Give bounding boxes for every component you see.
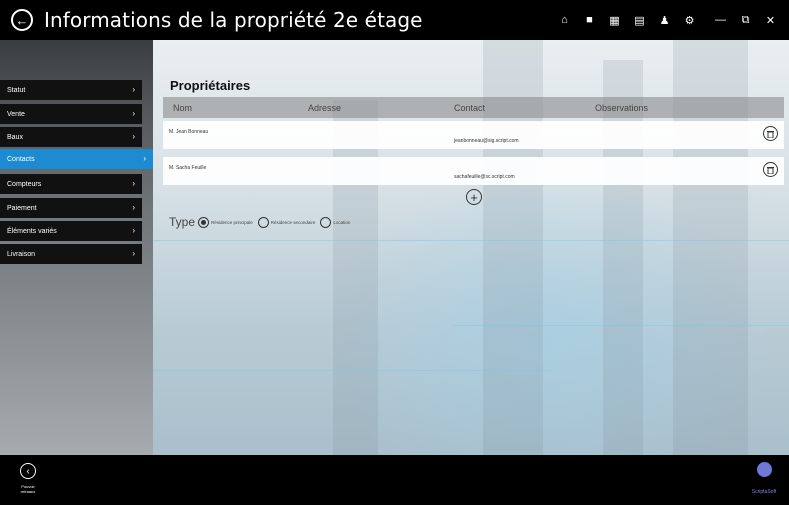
- bottom-bar: ‹ Pouvoir retraaux ScriptaSoft: [0, 455, 789, 505]
- sidebar-item-livraison[interactable]: Livraison ›: [0, 244, 142, 264]
- home-icon[interactable]: ⌂: [552, 10, 577, 30]
- back-arrow-icon: ←: [15, 12, 29, 28]
- column-header-address: Adresse: [308, 103, 342, 113]
- logo-icon: [756, 462, 772, 477]
- chevron-right-icon: ›: [132, 203, 135, 212]
- trash-icon: [767, 130, 774, 138]
- background-light-line: [153, 370, 553, 371]
- radio-button[interactable]: [257, 216, 269, 228]
- sidebar-item-elements-varies[interactable]: Éléments variés ›: [0, 221, 142, 241]
- type-selector: Type Résidence principale Résidence seco…: [169, 215, 355, 229]
- owners-heading: Propriétaires: [170, 78, 251, 93]
- sidebar-item-label: Éléments variés: [7, 227, 57, 235]
- sidebar-item-label: Baux: [7, 133, 23, 141]
- column-header-name: Nom: [173, 103, 193, 113]
- owner-name: M. Jean Bonneau: [169, 129, 209, 135]
- owner-contact: jeanbonneau@sig.script.com: [454, 138, 519, 144]
- sidebar-item-vente[interactable]: Vente ›: [0, 104, 142, 124]
- owners-table: Nom Adresse Contact Observations M. Jean…: [163, 97, 784, 193]
- window-title: Informations de la propriété 2e étage: [44, 8, 423, 32]
- radio-label: Location: [333, 219, 351, 225]
- sidebar-item-compteurs[interactable]: Compteurs ›: [0, 174, 142, 194]
- window-toolbar: ⌂ ■ ▦ ▤ ♟ ⚙ — ⧉ ✕: [552, 0, 783, 40]
- user-icon[interactable]: ♟: [652, 10, 677, 30]
- radio-button[interactable]: [320, 216, 332, 228]
- background-light-line: [453, 325, 789, 326]
- trash-icon: [767, 166, 774, 174]
- add-owner-button[interactable]: +: [466, 189, 482, 205]
- chevron-right-icon: ›: [132, 249, 135, 258]
- sidebar-item-label: Paiement: [7, 204, 37, 212]
- sidebar-item-baux[interactable]: Baux ›: [0, 127, 142, 147]
- sidebar-item-label: Livraison: [7, 250, 36, 258]
- window-icon[interactable]: ▤: [627, 10, 652, 30]
- radio-button-checked[interactable]: [198, 216, 210, 228]
- logo-text: ScriptaSoft: [751, 489, 777, 495]
- back-button[interactable]: ←: [11, 9, 33, 31]
- sidebar-item-statut[interactable]: Statut ›: [0, 80, 142, 100]
- gear-icon[interactable]: ⚙: [677, 10, 702, 30]
- table-row[interactable]: M. Jean Bonneau jeanbonneau@sig.script.c…: [163, 121, 784, 149]
- chevron-right-icon: ›: [132, 109, 135, 118]
- restore-icon[interactable]: ⧉: [733, 10, 758, 30]
- chevron-right-icon: ›: [143, 154, 146, 163]
- radio-label: Résidence principale: [211, 219, 253, 225]
- chevron-right-icon: ›: [132, 132, 135, 141]
- arrow-circle-icon: ‹: [20, 463, 36, 479]
- delete-row-button[interactable]: [763, 162, 778, 177]
- background-light-line: [153, 240, 789, 241]
- owner-contact: sachafeuille@sc.script.com: [454, 174, 515, 180]
- delete-row-button[interactable]: [763, 126, 778, 141]
- close-icon[interactable]: ✕: [758, 10, 783, 30]
- previous-button-label-line2: retraaux: [20, 489, 36, 494]
- sidebar-item-label: Statut: [7, 86, 26, 94]
- table-header: Nom Adresse Contact Observations: [163, 97, 784, 118]
- table-row[interactable]: M. Sacha Feuille sachafeuille@sc.script.…: [163, 157, 784, 185]
- app-logo: ScriptaSoft: [747, 462, 781, 495]
- sidebar-item-label: Compteurs: [7, 180, 42, 188]
- sidebar-item-contacts[interactable]: Contacts ›: [0, 149, 153, 169]
- radio-residence-principale[interactable]: Résidence principale: [198, 216, 253, 228]
- sidebar-item-paiement[interactable]: Paiement ›: [0, 198, 142, 218]
- radio-label: Résidence secondaire: [270, 219, 316, 225]
- grid-icon[interactable]: ▦: [602, 10, 627, 30]
- title-bar: ← Informations de la propriété 2e étage …: [0, 0, 789, 40]
- chevron-right-icon: ›: [132, 85, 135, 94]
- plus-icon: +: [470, 189, 478, 205]
- sidebar-item-label: Contacts: [7, 155, 35, 163]
- main-panel: Propriétaires Nom Adresse Contact Observ…: [153, 40, 789, 455]
- column-header-observations: Observations: [595, 103, 649, 113]
- chevron-right-icon: ›: [132, 226, 135, 235]
- minimize-icon[interactable]: —: [708, 10, 733, 30]
- sidebar-item-label: Vente: [7, 110, 25, 118]
- column-header-contact: Contact: [454, 103, 486, 113]
- type-label: Type: [169, 215, 196, 229]
- chevron-right-icon: ›: [132, 179, 135, 188]
- sidebar: Statut › Vente › Baux › Contacts › Compt…: [0, 40, 153, 455]
- camera-icon[interactable]: ■: [577, 10, 602, 30]
- radio-residence-secondaire[interactable]: Résidence secondaire: [257, 216, 316, 228]
- previous-button[interactable]: ‹ Pouvoir retraaux: [13, 463, 43, 494]
- radio-location[interactable]: Location: [320, 216, 351, 228]
- owner-name: M. Sacha Feuille: [169, 165, 207, 171]
